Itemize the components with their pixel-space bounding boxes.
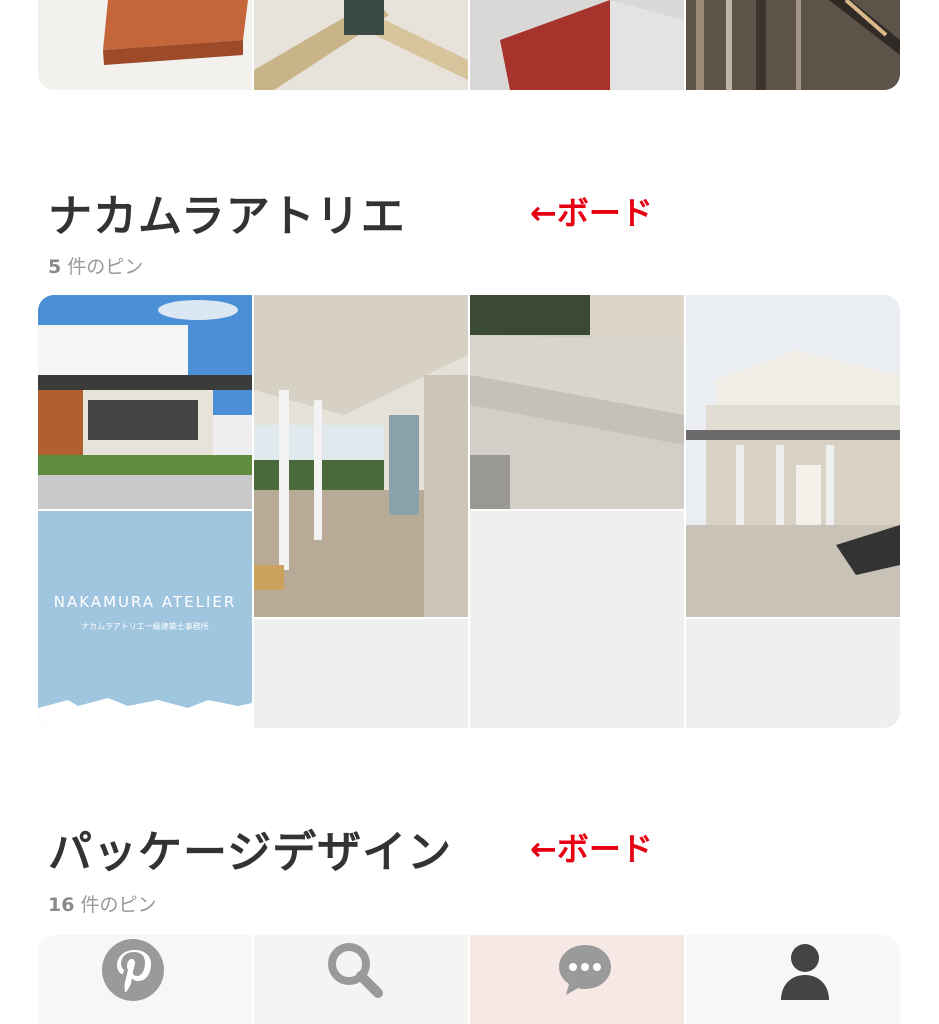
search-icon — [328, 943, 383, 998]
pin-count-number: 5 — [48, 256, 62, 278]
pin-thumbnail[interactable] — [686, 0, 900, 90]
board-title[interactable]: パッケージデザイン — [48, 816, 452, 880]
house-silhouette-icon — [38, 698, 252, 728]
board-annotation: ←ボード — [530, 194, 653, 232]
pin-count-suffix: 件のピン — [67, 256, 144, 278]
logo-tile[interactable]: NAKAMURA ATELIER ナカムラアトリエ一級建築士事務所 — [38, 511, 252, 728]
pin-count-suffix: 件のピン — [80, 894, 157, 916]
pin-thumbnail[interactable] — [686, 295, 900, 617]
board-annotation: ←ボード — [530, 830, 653, 868]
pin-count: 16 件のピン — [48, 890, 157, 917]
nav-messages[interactable] — [540, 930, 630, 1010]
bottom-nav-bar — [0, 930, 939, 1024]
board-preview-top[interactable] — [38, 0, 900, 90]
pin-count-number: 16 — [48, 894, 75, 916]
logo-subtitle: ナカムラアトリエ一級建築士事務所 — [81, 622, 209, 631]
pin-thumbnail[interactable] — [38, 0, 252, 90]
pin-thumbnail[interactable] — [254, 295, 468, 617]
pin-placeholder — [470, 511, 684, 728]
nav-search[interactable] — [310, 930, 400, 1010]
pin-count: 5 件のピン — [48, 252, 143, 279]
pin-thumbnail[interactable] — [470, 295, 684, 509]
nav-home[interactable] — [88, 930, 178, 1010]
pin-placeholder — [254, 619, 468, 728]
profile-icon — [781, 944, 829, 1000]
board-title[interactable]: ナカムラアトリエ — [48, 180, 406, 244]
home-icon — [102, 939, 164, 1001]
pin-placeholder — [686, 619, 900, 728]
nav-profile[interactable] — [760, 930, 850, 1010]
pin-thumbnail[interactable] — [254, 0, 468, 90]
chat-icon — [559, 945, 611, 995]
pin-thumbnail[interactable] — [470, 0, 684, 90]
logo-name: NAKAMURA ATELIER — [53, 593, 237, 611]
pin-thumbnail[interactable] — [38, 295, 252, 509]
board-preview-grid[interactable]: NAKAMURA ATELIER ナカムラアトリエ一級建築士事務所 — [38, 295, 900, 728]
